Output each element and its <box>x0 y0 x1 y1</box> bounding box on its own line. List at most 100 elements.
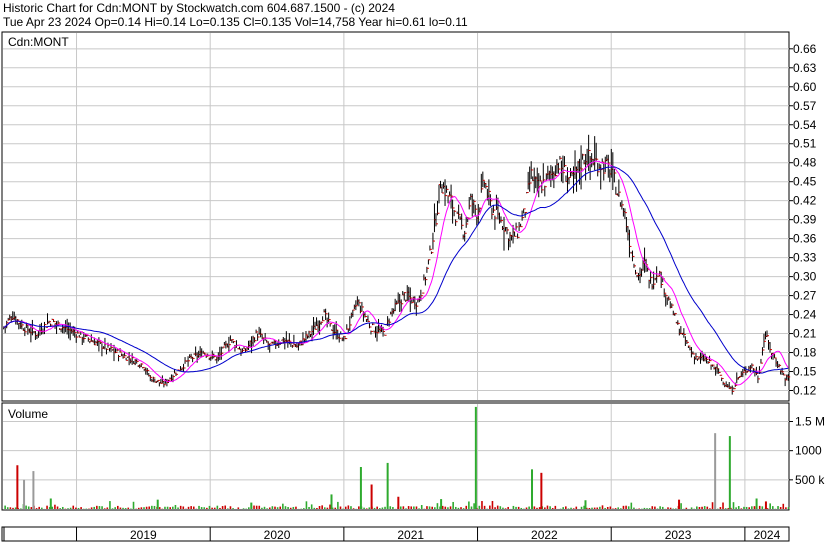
volume-bar <box>656 508 659 509</box>
volume-bar <box>93 506 96 509</box>
volume-bar <box>80 507 82 509</box>
price-tick-label: 0.57 <box>793 99 817 113</box>
volume-bar <box>169 507 171 509</box>
volume-bar <box>431 506 433 509</box>
volume-bar <box>61 506 64 509</box>
volume-spike <box>440 499 443 509</box>
volume-bar <box>758 505 761 509</box>
volume-bar <box>737 506 740 509</box>
volume-spike <box>728 436 731 509</box>
price-tick-label: 0.21 <box>793 327 817 341</box>
volume-bar <box>748 507 751 509</box>
volume-bar <box>56 506 59 509</box>
volume-bar <box>75 507 77 509</box>
volume-bar <box>14 507 17 509</box>
volume-bar <box>35 508 38 509</box>
volume-bar <box>174 504 177 509</box>
volume-bar <box>415 506 418 509</box>
volume-bar <box>143 507 145 509</box>
volume-bar <box>696 506 698 509</box>
volume-bar <box>428 506 431 509</box>
volume-bar <box>187 506 190 509</box>
volume-bar <box>538 507 541 509</box>
volume-bar <box>38 506 40 509</box>
volume-bar <box>580 506 583 509</box>
volume-bar <box>651 506 654 509</box>
volume-bar <box>413 506 415 509</box>
volume-spike <box>23 479 26 509</box>
price-tick-label: 0.12 <box>793 384 817 398</box>
volume-bar <box>116 505 119 509</box>
volume-bar <box>132 501 135 509</box>
volume-bar <box>407 506 410 509</box>
volume-bar <box>106 507 109 509</box>
volume-spike <box>397 496 400 509</box>
volume-bar <box>436 503 439 509</box>
volume-bar <box>551 508 554 509</box>
volume-bar <box>533 506 536 509</box>
volume-bar <box>124 508 127 509</box>
volume-bar <box>452 501 454 509</box>
volume-spike <box>370 484 373 509</box>
volume-bar <box>489 505 491 509</box>
volume-bar <box>318 506 321 509</box>
volume-y-axis: 1.5 M 1000 500 k <box>789 415 825 487</box>
volume-bar <box>698 507 701 509</box>
price-tick-label: 0.36 <box>793 232 817 246</box>
volume-bar <box>517 506 520 509</box>
volume-bar <box>350 506 352 509</box>
volume-bar <box>263 506 266 509</box>
volume-bar <box>127 507 130 509</box>
volume-spike <box>49 498 52 509</box>
volume-bar <box>72 505 75 509</box>
volume-panel <box>1 402 790 511</box>
volume-bar <box>378 508 381 509</box>
volume-bar <box>203 507 206 509</box>
volume-spike <box>32 471 35 509</box>
volume-bar <box>119 507 122 509</box>
volume-bar <box>289 507 292 509</box>
volume-bar <box>418 508 420 509</box>
volume-bar <box>588 508 591 509</box>
volume-bar <box>609 506 612 509</box>
volume-bar <box>680 503 682 509</box>
volume-bar <box>166 506 169 509</box>
volume-bar <box>483 505 486 509</box>
volume-bar <box>153 505 156 509</box>
volume-bar <box>27 506 30 509</box>
volume-bar <box>410 506 413 509</box>
volume-bar <box>787 507 790 509</box>
volume-spike <box>540 472 543 509</box>
volume-bar <box>258 505 261 509</box>
volume-bar <box>323 507 326 509</box>
volume-bar <box>172 506 174 509</box>
volume-bar <box>460 507 462 509</box>
volume-bar <box>667 507 669 509</box>
volume-bar <box>392 507 394 509</box>
volume-bar <box>491 500 494 509</box>
price-tick-label: 0.24 <box>793 308 817 322</box>
volume-bar <box>512 505 515 509</box>
volume-bar <box>434 507 436 509</box>
volume-bar <box>255 505 258 509</box>
volume-bar <box>41 507 43 509</box>
volume-bar <box>389 506 392 509</box>
volume-bar <box>478 505 481 509</box>
volume-bar <box>719 507 722 509</box>
volume-bar <box>659 506 661 509</box>
volume-bar <box>6 507 9 509</box>
volume-bar <box>59 508 61 509</box>
volume-bar <box>211 507 213 509</box>
volume-bar <box>779 507 782 509</box>
volume-bar <box>192 506 195 509</box>
volume-bar <box>103 508 106 509</box>
volume-bar <box>405 508 407 509</box>
volume-bar <box>164 506 166 509</box>
volume-bar <box>25 505 27 509</box>
volume-bar <box>384 506 386 509</box>
volume-bar <box>625 505 627 509</box>
price-tick-label: 0.30 <box>793 270 817 284</box>
volume-bar <box>279 506 282 509</box>
volume-bar <box>630 502 633 509</box>
volume-bar <box>158 507 161 509</box>
